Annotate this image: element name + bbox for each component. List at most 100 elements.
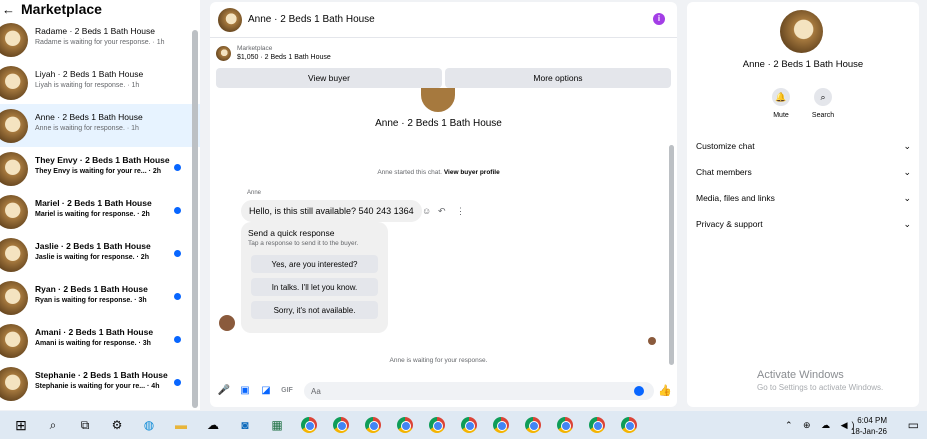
- chrome-icon[interactable]: [458, 414, 480, 436]
- details-avatar[interactable]: [780, 10, 823, 53]
- conversation-item[interactable]: Anne · 2 Beds 1 Bath House Anne is waitin…: [0, 104, 200, 147]
- unread-dot: [174, 164, 181, 171]
- mute-action[interactable]: 🔔 Mute: [761, 88, 801, 119]
- conversation-item[interactable]: They Envy · 2 Beds 1 Bath House They Envy…: [0, 147, 200, 190]
- chat-avatar[interactable]: [218, 7, 242, 32]
- conversation-preview: Jaslie is waiting for response. · 2h: [35, 254, 149, 261]
- chrome-icon[interactable]: [522, 414, 544, 436]
- thumbs-up-icon[interactable]: 👍: [658, 384, 672, 397]
- photo-icon[interactable]: ▣: [238, 385, 252, 397]
- edge-icon[interactable]: ◍: [138, 414, 160, 436]
- gif-icon[interactable]: GIF: [280, 385, 294, 397]
- conversation-text: Amani · 2 Beds 1 Bath House Amani is wait…: [35, 327, 175, 347]
- more-options-button[interactable]: More options: [445, 68, 671, 88]
- marketplace-label: Marketplace: [237, 45, 273, 52]
- composer-bar: 🎤 ▣ ◪ GIF Aa 👍: [210, 380, 677, 402]
- search-icon[interactable]: ⌕: [42, 414, 64, 436]
- windows-start-icon[interactable]: ⊞: [10, 414, 32, 436]
- conversation-item[interactable]: Jaslie · 2 Beds 1 Bath House Jaslie is wa…: [0, 233, 200, 276]
- chrome-icon[interactable]: [330, 414, 352, 436]
- chat-scrollbar[interactable]: [669, 145, 674, 365]
- message-bubble[interactable]: Hello, is this still available? 540 243 …: [241, 200, 422, 222]
- activate-windows-title: Activate Windows: [757, 369, 844, 381]
- excel-icon[interactable]: ▦: [266, 414, 288, 436]
- file-explorer-icon[interactable]: ▬: [170, 414, 192, 436]
- chrome-icon[interactable]: [554, 414, 576, 436]
- outlook-icon[interactable]: ◙: [234, 414, 256, 436]
- clock[interactable]: 6:04 PM 18-Jan-26: [851, 415, 887, 437]
- chrome-icon[interactable]: [586, 414, 608, 436]
- chrome-icon[interactable]: [362, 414, 384, 436]
- conversation-item[interactable]: Radame · 2 Beds 1 Bath House Radame is wa…: [0, 18, 200, 61]
- info-icon[interactable]: i: [653, 13, 665, 25]
- section-privacy-support[interactable]: Privacy & support ⌄: [696, 219, 911, 230]
- task-view-icon[interactable]: ⧉: [74, 414, 96, 436]
- panel-header: ← Marketplace: [0, 0, 200, 18]
- system-tray-icons[interactable]: ⌃ ⊕ ☁ ◀): [785, 420, 859, 431]
- quick-response-title: Send a quick response: [248, 228, 335, 238]
- panel-title: Marketplace: [21, 1, 102, 17]
- notification-icon[interactable]: ▭: [908, 418, 919, 432]
- chat-header: Anne · 2 Beds 1 Bath House i: [210, 2, 677, 38]
- chat-panel: Anne · 2 Beds 1 Bath House i Marketplace…: [210, 2, 677, 407]
- quick-response-button[interactable]: In talks. I'll let you know.: [251, 278, 378, 296]
- section-customize-chat[interactable]: Customize chat ⌄: [696, 141, 911, 152]
- conversation-preview: Liyah is waiting for response. · 1h: [35, 82, 140, 89]
- chrome-icon[interactable]: [394, 414, 416, 436]
- settings-icon[interactable]: ⚙: [106, 414, 128, 436]
- listing-banner[interactable]: Marketplace $1,050 · 2 Beds 1 Bath House: [210, 38, 677, 68]
- conversation-avatar: [0, 194, 28, 229]
- conversation-name: Mariel · 2 Beds 1 Bath House: [35, 198, 152, 208]
- conversation-item[interactable]: Mariel · 2 Beds 1 Bath House Mariel is wa…: [0, 190, 200, 233]
- view-buyer-button[interactable]: View buyer: [216, 68, 442, 88]
- unread-dot: [174, 379, 181, 386]
- quick-response-subtitle: Tap a response to send it to the buyer.: [248, 240, 359, 247]
- app-icon[interactable]: ☁: [202, 414, 224, 436]
- conversation-text: Ryan · 2 Beds 1 Bath House Ryan is waitin…: [35, 284, 175, 304]
- conversation-avatar: [0, 280, 28, 315]
- conversation-item[interactable]: Amani · 2 Beds 1 Bath House Amani is wait…: [0, 319, 200, 362]
- chrome-icon[interactable]: [426, 414, 448, 436]
- seen-avatar: [648, 337, 656, 345]
- search-action[interactable]: ⌕ Search: [803, 88, 843, 119]
- quick-response-button[interactable]: Yes, are you interested?: [251, 255, 378, 273]
- section-chat-members[interactable]: Chat members ⌄: [696, 167, 911, 178]
- conversation-item[interactable]: Ryan · 2 Beds 1 Bath House Ryan is waitin…: [0, 276, 200, 319]
- clock-time: 6:04 PM: [857, 416, 887, 425]
- conversation-name: Liyah · 2 Beds 1 Bath House: [35, 69, 144, 79]
- conversation-avatar: [0, 22, 28, 57]
- quick-response-button[interactable]: Sorry, it's not available.: [251, 301, 378, 319]
- chrome-icon[interactable]: [490, 414, 512, 436]
- emoji-icon[interactable]: [634, 386, 644, 396]
- message-input[interactable]: Aa: [304, 382, 654, 400]
- conversation-name: Radame · 2 Beds 1 Bath House: [35, 26, 156, 36]
- reply-icon[interactable]: ↶: [438, 206, 446, 217]
- conversation-item[interactable]: Stephanie · 2 Beds 1 Bath House Stephanie…: [0, 362, 200, 405]
- conversation-item[interactable]: Liyah · 2 Beds 1 Bath House Liyah is wait…: [0, 61, 200, 104]
- view-buyer-profile-link[interactable]: View buyer profile: [444, 169, 500, 176]
- section-media-files[interactable]: Media, files and links ⌄: [696, 193, 911, 204]
- conversation-text: Anne · 2 Beds 1 Bath House Anne is waitin…: [35, 112, 175, 132]
- search-label: Search: [811, 112, 835, 119]
- activate-windows-subtitle: Go to Settings to activate Windows.: [757, 383, 884, 392]
- listing-thumbnail: [216, 45, 231, 61]
- chevron-down-icon: ⌄: [903, 141, 911, 151]
- scrollbar[interactable]: [192, 30, 198, 408]
- listing-actions: View buyer More options: [210, 68, 677, 88]
- microphone-icon[interactable]: 🎤: [217, 385, 231, 397]
- sticker-icon[interactable]: ◪: [259, 385, 273, 397]
- back-arrow-icon[interactable]: ←: [2, 2, 15, 17]
- conversation-name: They Envy · 2 Beds 1 Bath House: [35, 155, 170, 165]
- more-icon[interactable]: ⋮: [456, 206, 465, 217]
- waiting-status: Anne is waiting for your response.: [389, 357, 488, 364]
- chat-header-title[interactable]: Anne · 2 Beds 1 Bath House: [248, 14, 375, 25]
- chrome-icon[interactable]: [298, 414, 320, 436]
- conversation-preview: Radame is waiting for your response. · 1…: [35, 39, 165, 46]
- chrome-icon[interactable]: [618, 414, 640, 436]
- sender-avatar: [219, 315, 235, 331]
- section-label: Privacy & support: [696, 219, 763, 229]
- unread-dot: [174, 336, 181, 343]
- emoji-react-icon[interactable]: ☺: [422, 206, 431, 216]
- chevron-down-icon: ⌄: [903, 219, 911, 229]
- clock-date: 18-Jan-26: [850, 427, 887, 436]
